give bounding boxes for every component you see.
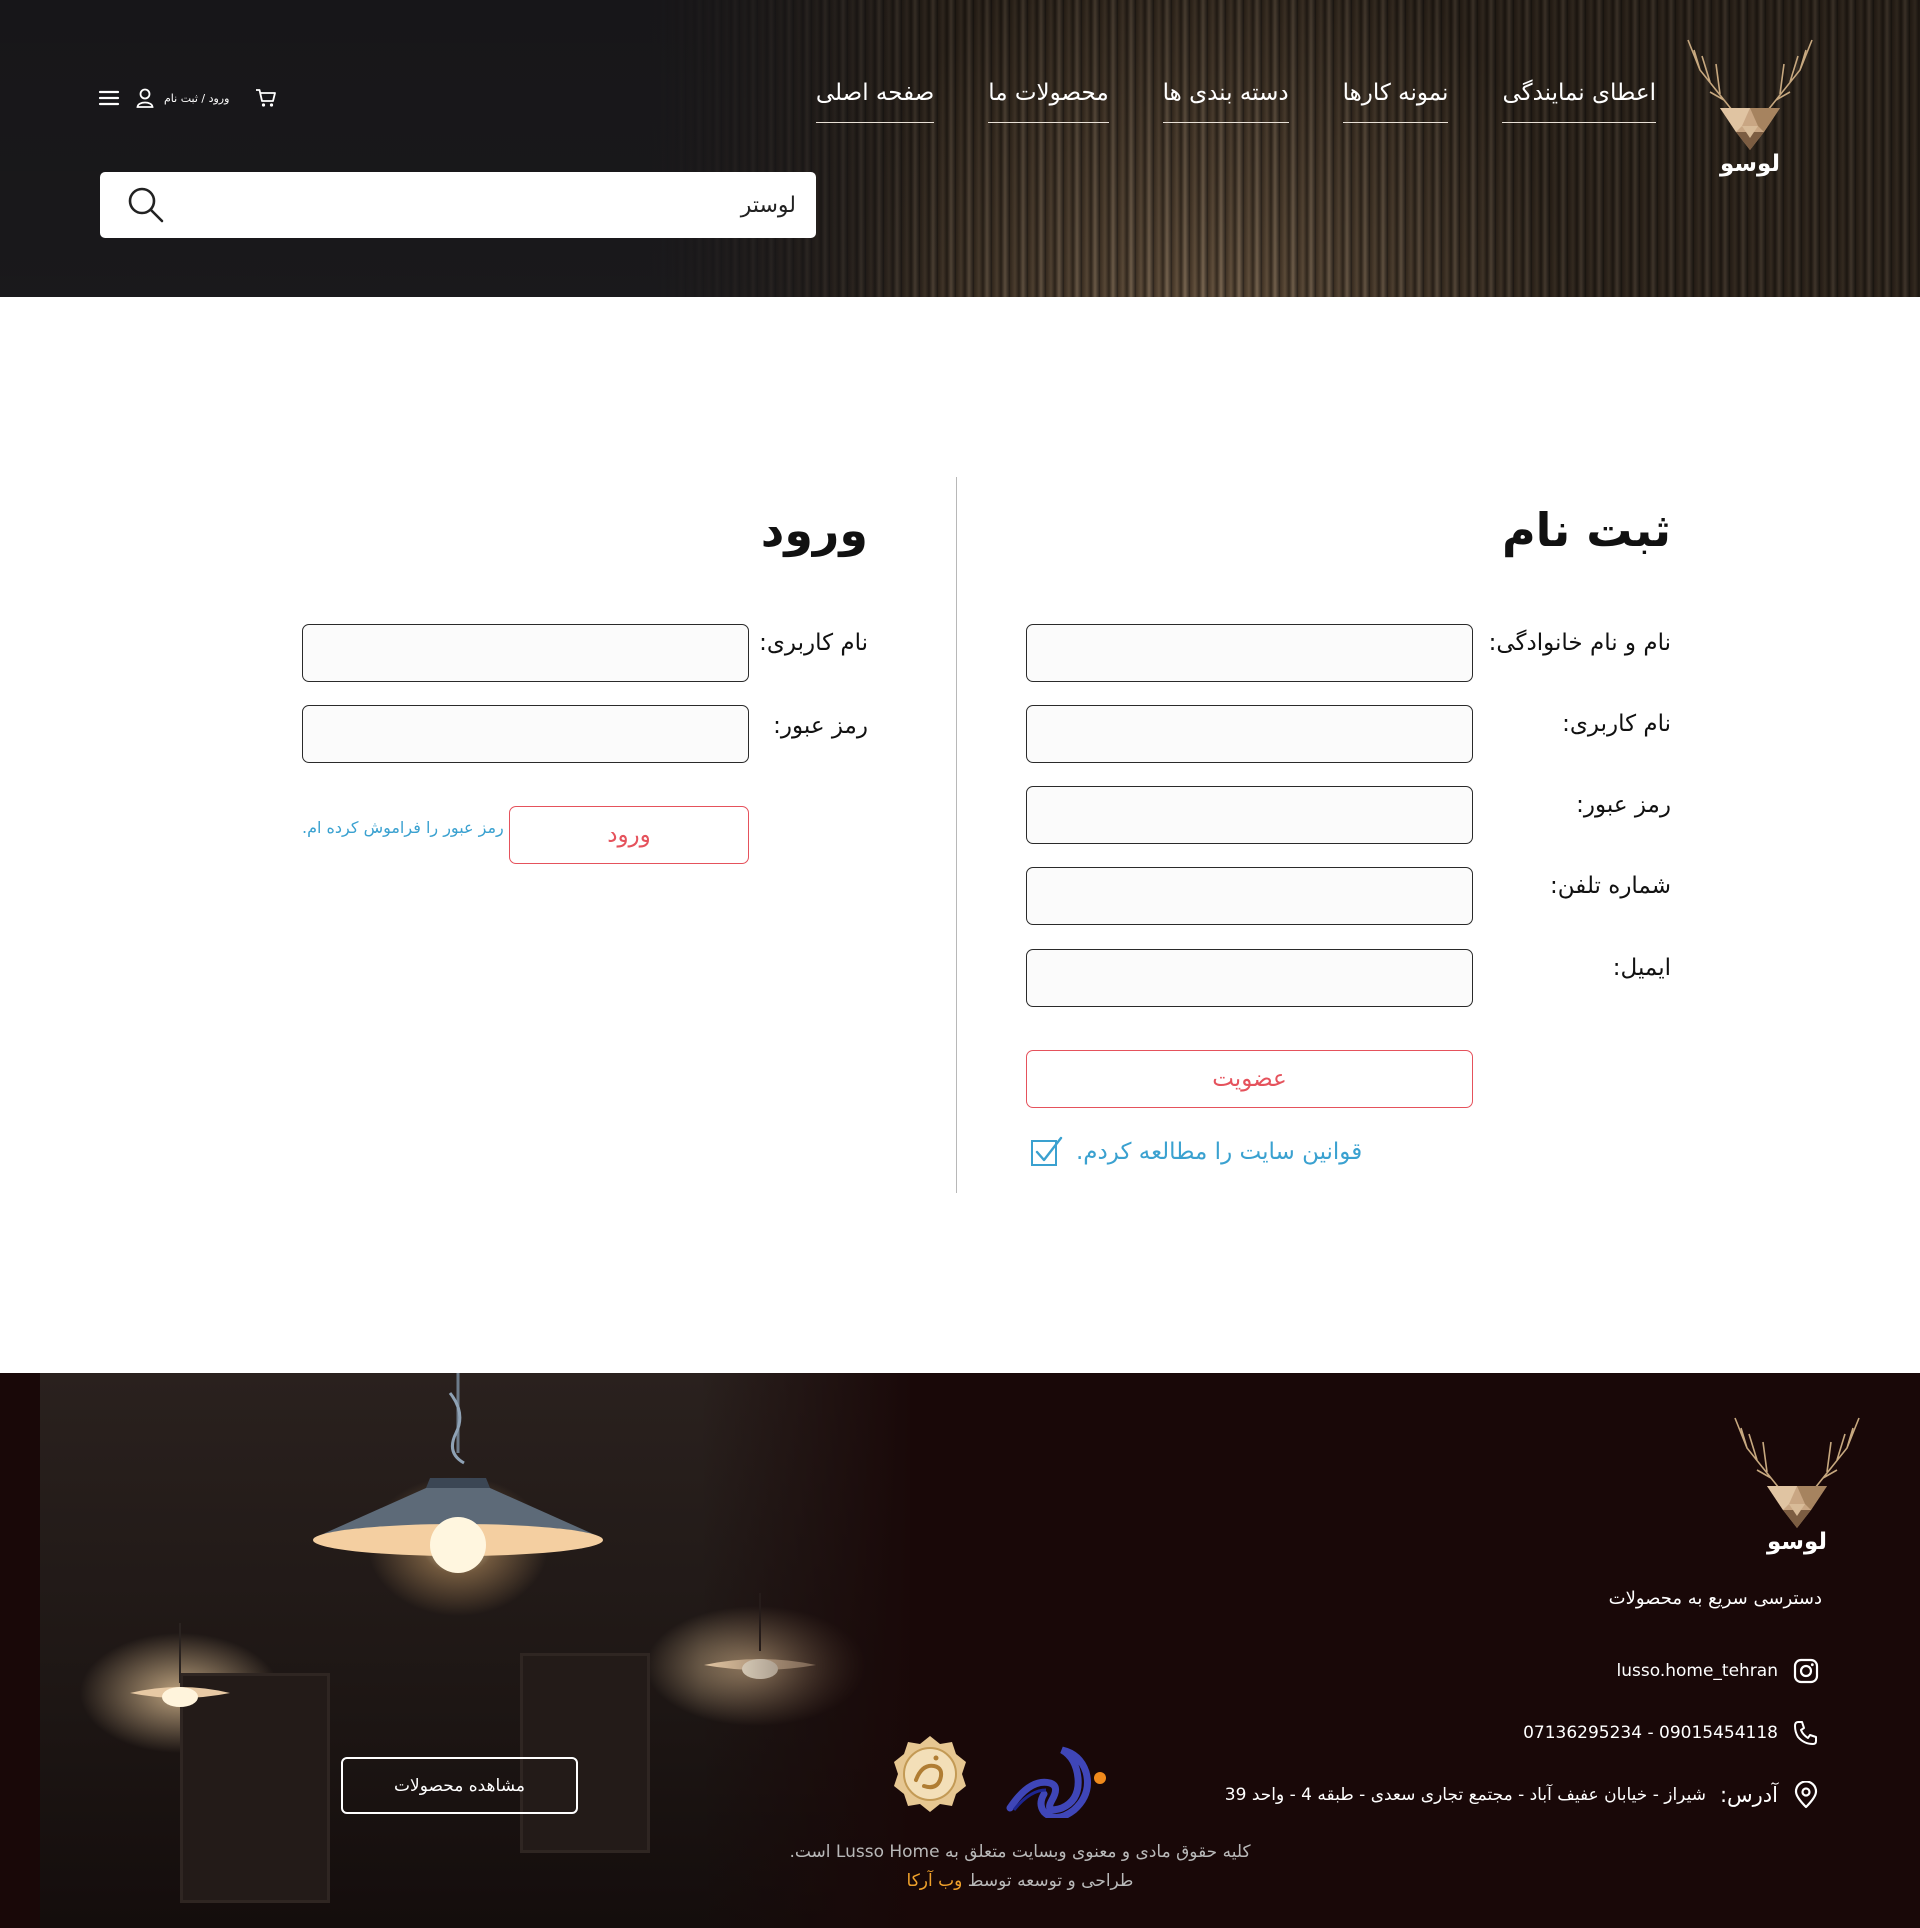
samandehi-badge-icon[interactable] [890, 1734, 970, 1814]
login-title: ورود [760, 503, 868, 557]
search-icon[interactable] [114, 172, 178, 238]
view-products-button[interactable]: مشاهده محصولات [341, 1757, 578, 1814]
terms-label: قوانین سایت را مطالعه کردم. [1076, 1139, 1363, 1165]
nav-products[interactable]: محصولات ما [988, 80, 1109, 123]
reg-password-label: رمز عبور: [1576, 792, 1671, 818]
user-icon[interactable] [134, 87, 156, 109]
phone-row[interactable]: 07136295234 - 09015454118 [1523, 1719, 1820, 1747]
main-nav: صفحه اصلی محصولات ما دسته بندی ها نمونه … [815, 80, 1656, 123]
login-password-field[interactable] [302, 705, 749, 763]
credit-brand-link[interactable]: وب آرکا [907, 1871, 963, 1891]
section-divider [956, 477, 957, 1193]
nav-home[interactable]: صفحه اصلی [815, 80, 935, 123]
instagram-icon [1792, 1657, 1820, 1685]
reg-username-field[interactable] [1026, 705, 1473, 763]
nav-categories[interactable]: دسته بندی ها [1162, 80, 1289, 123]
credit-text: طراحی و توسعه توسط وب آرکا [0, 1871, 1920, 1891]
search-input[interactable] [178, 172, 816, 238]
login-button[interactable]: ورود [509, 806, 749, 864]
phone-numbers: 07136295234 - 09015454118 [1523, 1723, 1778, 1743]
login-username-field[interactable] [302, 624, 749, 682]
copyright-text: کلیه حقوق مادی و معنوی وبسایت متعلق به L… [789, 1842, 1251, 1862]
register-title: ثبت نام [1501, 503, 1671, 557]
location-icon [1792, 1780, 1820, 1809]
forgot-password-link[interactable]: رمز عبور را فراموش کرده ام. [302, 818, 504, 837]
credit-prefix: طراحی و توسعه توسط [967, 1871, 1134, 1891]
fullname-field[interactable] [1026, 624, 1473, 682]
register-button[interactable]: عضویت [1026, 1050, 1473, 1108]
address-row: آدرس: شیراز - خیابان عفیف آباد - مجتمع ت… [1224, 1780, 1820, 1809]
nav-portfolio[interactable]: نمونه کارها [1342, 80, 1449, 123]
phone-label: شماره تلفن: [1550, 873, 1671, 899]
menu-icon[interactable] [98, 87, 120, 109]
email-label: ایمیل: [1612, 955, 1671, 981]
enamad-badge-icon[interactable] [1000, 1738, 1112, 1818]
lamp-illustration [313, 1373, 603, 1573]
check-icon[interactable] [1030, 1135, 1064, 1169]
address-label: آدرس: [1719, 1783, 1778, 1807]
deer-logo-icon [1734, 1417, 1860, 1528]
instagram-row[interactable]: lusso.home_tehran [1617, 1657, 1821, 1685]
quick-access-link[interactable]: دسترسی سریع به محصولات [1609, 1588, 1822, 1609]
footer-logo-text: لوسو [1766, 1529, 1828, 1555]
login-register-link[interactable]: ورود / ثبت نام [164, 92, 229, 105]
site-header: لوسو صفحه اصلی محصولات ما دسته بندی ها ن… [0, 0, 1920, 297]
search-bar [100, 172, 816, 238]
email-field[interactable] [1026, 949, 1473, 1007]
logo-text: لوسو [1719, 151, 1781, 177]
reg-username-label: نام کاربری: [1562, 711, 1671, 737]
fullname-label: نام و نام خانوادگی: [1488, 630, 1671, 656]
nav-dealership[interactable]: اعطای نمایندگی [1502, 80, 1656, 123]
site-logo[interactable]: لوسو [1680, 30, 1820, 177]
phone-icon [1792, 1719, 1820, 1747]
footer-logo[interactable]: لوسو [1723, 1408, 1871, 1555]
phone-field[interactable] [1026, 867, 1473, 925]
login-username-label: نام کاربری: [759, 630, 868, 656]
header-tools: ورود / ثبت نام [98, 86, 277, 110]
terms-checkbox[interactable]: قوانین سایت را مطالعه کردم. [1030, 1135, 1362, 1169]
deer-logo-icon [1687, 39, 1813, 150]
reg-password-field[interactable] [1026, 786, 1473, 844]
login-password-label: رمز عبور: [773, 713, 868, 739]
instagram-handle: lusso.home_tehran [1616, 1661, 1779, 1681]
cart-icon[interactable] [255, 87, 277, 109]
address-text: شیراز - خیابان عفیف آباد - مجتمع تجاری س… [1224, 1785, 1706, 1805]
